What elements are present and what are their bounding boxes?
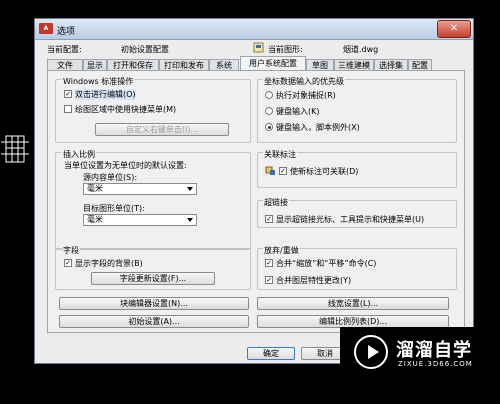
current-profile-label: 当前配置: bbox=[47, 45, 82, 54]
close-button[interactable]: ✕ bbox=[437, 20, 471, 38]
tab-selection[interactable]: 选择集 bbox=[374, 59, 408, 70]
keyboard-label: 键盘输入(K) bbox=[276, 107, 320, 116]
merge-zoom-pan-label: 合并“缩放”和“平移”命令(C) bbox=[276, 259, 377, 268]
windows-group-title: Windows 标准操作 bbox=[62, 76, 135, 87]
tab-user-preferences[interactable]: 用户系统配置 bbox=[240, 56, 306, 71]
drawing-icon bbox=[253, 42, 264, 53]
field-update-settings-button[interactable]: 字段更新设置(F)... bbox=[91, 272, 215, 285]
watermark: 溜溜自学 ZIXUE.3D66.COM bbox=[340, 327, 500, 404]
fields-title: 字段 bbox=[62, 245, 80, 256]
watermark-name: 溜溜自学 bbox=[396, 340, 472, 361]
tab-system[interactable]: 系统 bbox=[209, 59, 239, 70]
grid-icon bbox=[1, 135, 29, 163]
hyperlink-title: 超链接 bbox=[263, 197, 289, 208]
target-units-select[interactable]: 毫米 bbox=[83, 214, 197, 226]
tab-3d-modeling[interactable]: 三维建模 bbox=[334, 59, 374, 70]
current-drawing-value: 烟道.dwg bbox=[343, 45, 379, 54]
shortcut-menu-checkbox[interactable] bbox=[64, 105, 72, 113]
osnap-radio[interactable] bbox=[265, 91, 273, 99]
ok-button[interactable]: 确定 bbox=[247, 347, 295, 360]
initial-setup-button[interactable]: 初始设置(A)... bbox=[59, 315, 249, 328]
close-icon: ✕ bbox=[449, 23, 459, 34]
dimension-icon bbox=[265, 166, 275, 175]
current-profile-value: 初始设置配置 bbox=[121, 45, 169, 54]
double-click-edit-checkbox[interactable]: ✓ bbox=[64, 90, 72, 98]
double-click-edit-label: 双击进行编辑(O) bbox=[75, 89, 136, 100]
target-units-value: 毫米 bbox=[87, 215, 103, 224]
keyboard-radio[interactable] bbox=[265, 107, 273, 115]
tab-profiles[interactable]: 配置 bbox=[408, 59, 432, 70]
app-icon: A bbox=[39, 23, 53, 34]
hyperlink-label: 显示超链接光标、工具提示和快捷菜单(U) bbox=[276, 215, 425, 224]
lineweight-settings-button[interactable]: 线宽设置(L)... bbox=[257, 297, 449, 310]
source-units-value: 毫米 bbox=[87, 184, 103, 193]
source-units-select[interactable]: 毫米 bbox=[83, 183, 197, 195]
chevron-down-icon bbox=[187, 218, 193, 222]
tab-files[interactable]: 文件 bbox=[47, 59, 83, 70]
osnap-label: 执行对象捕捉(R) bbox=[276, 91, 336, 100]
play-logo-icon bbox=[354, 335, 388, 369]
insert-scale-title: 插入比例 bbox=[62, 149, 96, 160]
target-units-label: 目标图形单位(T): bbox=[83, 204, 145, 213]
block-editor-settings-button[interactable]: 块编辑器设置(N)... bbox=[59, 297, 249, 310]
chevron-down-icon bbox=[187, 187, 193, 191]
watermark-url: ZIXUE.3D66.COM bbox=[398, 360, 473, 368]
keyboard-except-scripts-label: 键盘输入，脚本例外(X) bbox=[276, 123, 360, 132]
field-background-checkbox[interactable]: ✓ bbox=[64, 259, 72, 267]
title-bar: A 选项 ✕ bbox=[35, 19, 473, 40]
options-dialog: A 选项 ✕ 当前配置: 初始设置配置 当前图形: 烟道.dwg 文件 显示 打… bbox=[34, 18, 474, 364]
tab-display[interactable]: 显示 bbox=[83, 59, 107, 70]
coordinate-group-title: 坐标数据输入的优先级 bbox=[263, 76, 345, 87]
associative-dimension-label: 使新标注可关联(D) bbox=[290, 167, 359, 176]
custom-right-click-button[interactable]: 自定义右键单击(I)... bbox=[95, 123, 229, 136]
merge-layer-changes-checkbox[interactable]: ✓ bbox=[265, 276, 273, 284]
keyboard-except-scripts-radio[interactable] bbox=[265, 123, 273, 131]
merge-layer-changes-label: 合并图层特性更改(Y) bbox=[276, 276, 352, 285]
merge-zoom-pan-checkbox[interactable]: ✓ bbox=[265, 259, 273, 267]
dialog-title: 选项 bbox=[57, 27, 76, 37]
field-background-label: 显示字段的背景(B) bbox=[75, 259, 143, 268]
associative-dimension-checkbox[interactable]: ✓ bbox=[279, 167, 287, 175]
tab-plot-publish[interactable]: 打印和发布 bbox=[159, 59, 209, 70]
shortcut-menu-label: 绘图区域中使用快捷菜单(M) bbox=[75, 105, 177, 114]
current-drawing-label: 当前图形: bbox=[268, 45, 303, 54]
associative-dimension-title: 关联标注 bbox=[263, 149, 297, 160]
tab-open-save[interactable]: 打开和保存 bbox=[107, 59, 159, 70]
hyperlink-checkbox[interactable]: ✓ bbox=[265, 215, 273, 223]
insert-scale-description: 当单位设置为无单位时的默认设置: bbox=[64, 161, 187, 170]
tab-drafting[interactable]: 草图 bbox=[306, 59, 334, 70]
undo-redo-title: 放弃/重做 bbox=[263, 245, 300, 256]
source-units-label: 源内容单位(S): bbox=[83, 173, 138, 182]
